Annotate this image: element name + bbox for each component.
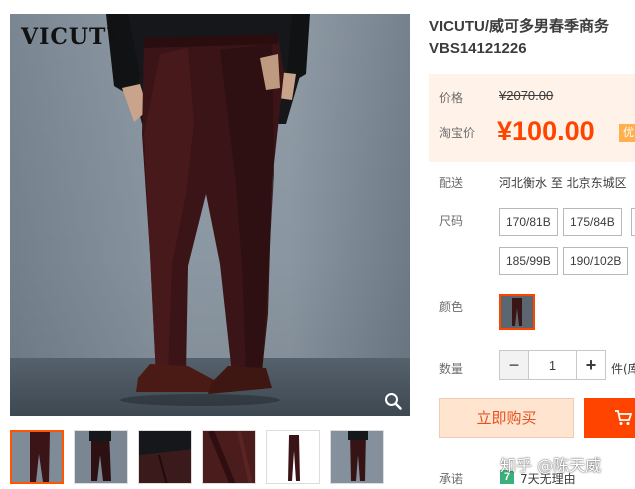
shipping-route[interactable]: 河北衡水 至 北京东城区 xyxy=(499,174,627,191)
thumbnail-fabric-closeup[interactable] xyxy=(138,430,192,484)
quantity-label: 数量 xyxy=(439,362,464,376)
add-to-cart-button[interactable] xyxy=(584,398,635,438)
original-price-label: 价格 xyxy=(439,91,464,105)
taobao-price-value: 100.00 xyxy=(512,116,595,146)
quantity-decrease-button[interactable]: − xyxy=(499,350,529,380)
product-title-line1: VICUTU/威可多男春季商务 xyxy=(429,18,610,35)
price-box: 价格 ¥2070.00 淘宝价 ¥100.00 优 xyxy=(429,74,635,162)
taobao-price-label: 淘宝价 xyxy=(439,126,476,140)
model-trousers-illustration xyxy=(106,14,310,406)
thumbnail-strip xyxy=(10,430,410,484)
thumbnail-front[interactable] xyxy=(10,430,64,484)
main-product-image[interactable]: VICUTU xyxy=(10,14,410,416)
promise-label: 承诺 xyxy=(439,472,464,486)
stock-unit-text: 件(库 xyxy=(611,362,635,376)
size-option-185-99b[interactable]: 185/99B xyxy=(499,247,558,275)
size-option-175-84b[interactable]: 175/84B xyxy=(563,208,622,236)
size-option-clipped[interactable] xyxy=(631,208,635,236)
size-label: 尺码 xyxy=(439,214,464,228)
product-info-panel: VICUTU/威可多男春季商务 VBS14121226 价格 ¥2070.00 … xyxy=(429,0,635,489)
promo-tag[interactable]: 优 xyxy=(619,124,635,142)
shipping-label: 配送 xyxy=(439,176,464,190)
thumbnail-flat-lay[interactable] xyxy=(266,430,320,484)
currency-symbol: ¥ xyxy=(497,116,513,146)
quantity-input[interactable] xyxy=(528,350,577,380)
magnifier-icon[interactable] xyxy=(384,392,402,410)
taobao-price: ¥100.00 xyxy=(497,116,595,147)
color-swatch-selected[interactable] xyxy=(499,294,535,330)
color-label: 颜色 xyxy=(439,300,464,314)
thumbnail-back[interactable] xyxy=(330,430,384,484)
cart-icon xyxy=(615,410,632,425)
quantity-increase-button[interactable]: + xyxy=(576,350,606,380)
thumbnail-color-closeup[interactable] xyxy=(202,430,256,484)
product-title[interactable]: VICUTU/威可多男春季商务 VBS14121226 xyxy=(429,16,635,60)
thumbnail-side[interactable] xyxy=(74,430,128,484)
product-model-number: VBS14121226 xyxy=(429,40,527,57)
size-option-170-81b[interactable]: 170/81B xyxy=(499,208,558,236)
zhihu-watermark: 知乎 @陈天威 xyxy=(500,456,602,475)
original-price: ¥2070.00 xyxy=(499,88,554,103)
brand-logo: VICUTU xyxy=(21,24,127,50)
buy-now-button[interactable]: 立即购买 xyxy=(439,398,574,438)
size-option-190-102b[interactable]: 190/102B xyxy=(563,247,629,275)
